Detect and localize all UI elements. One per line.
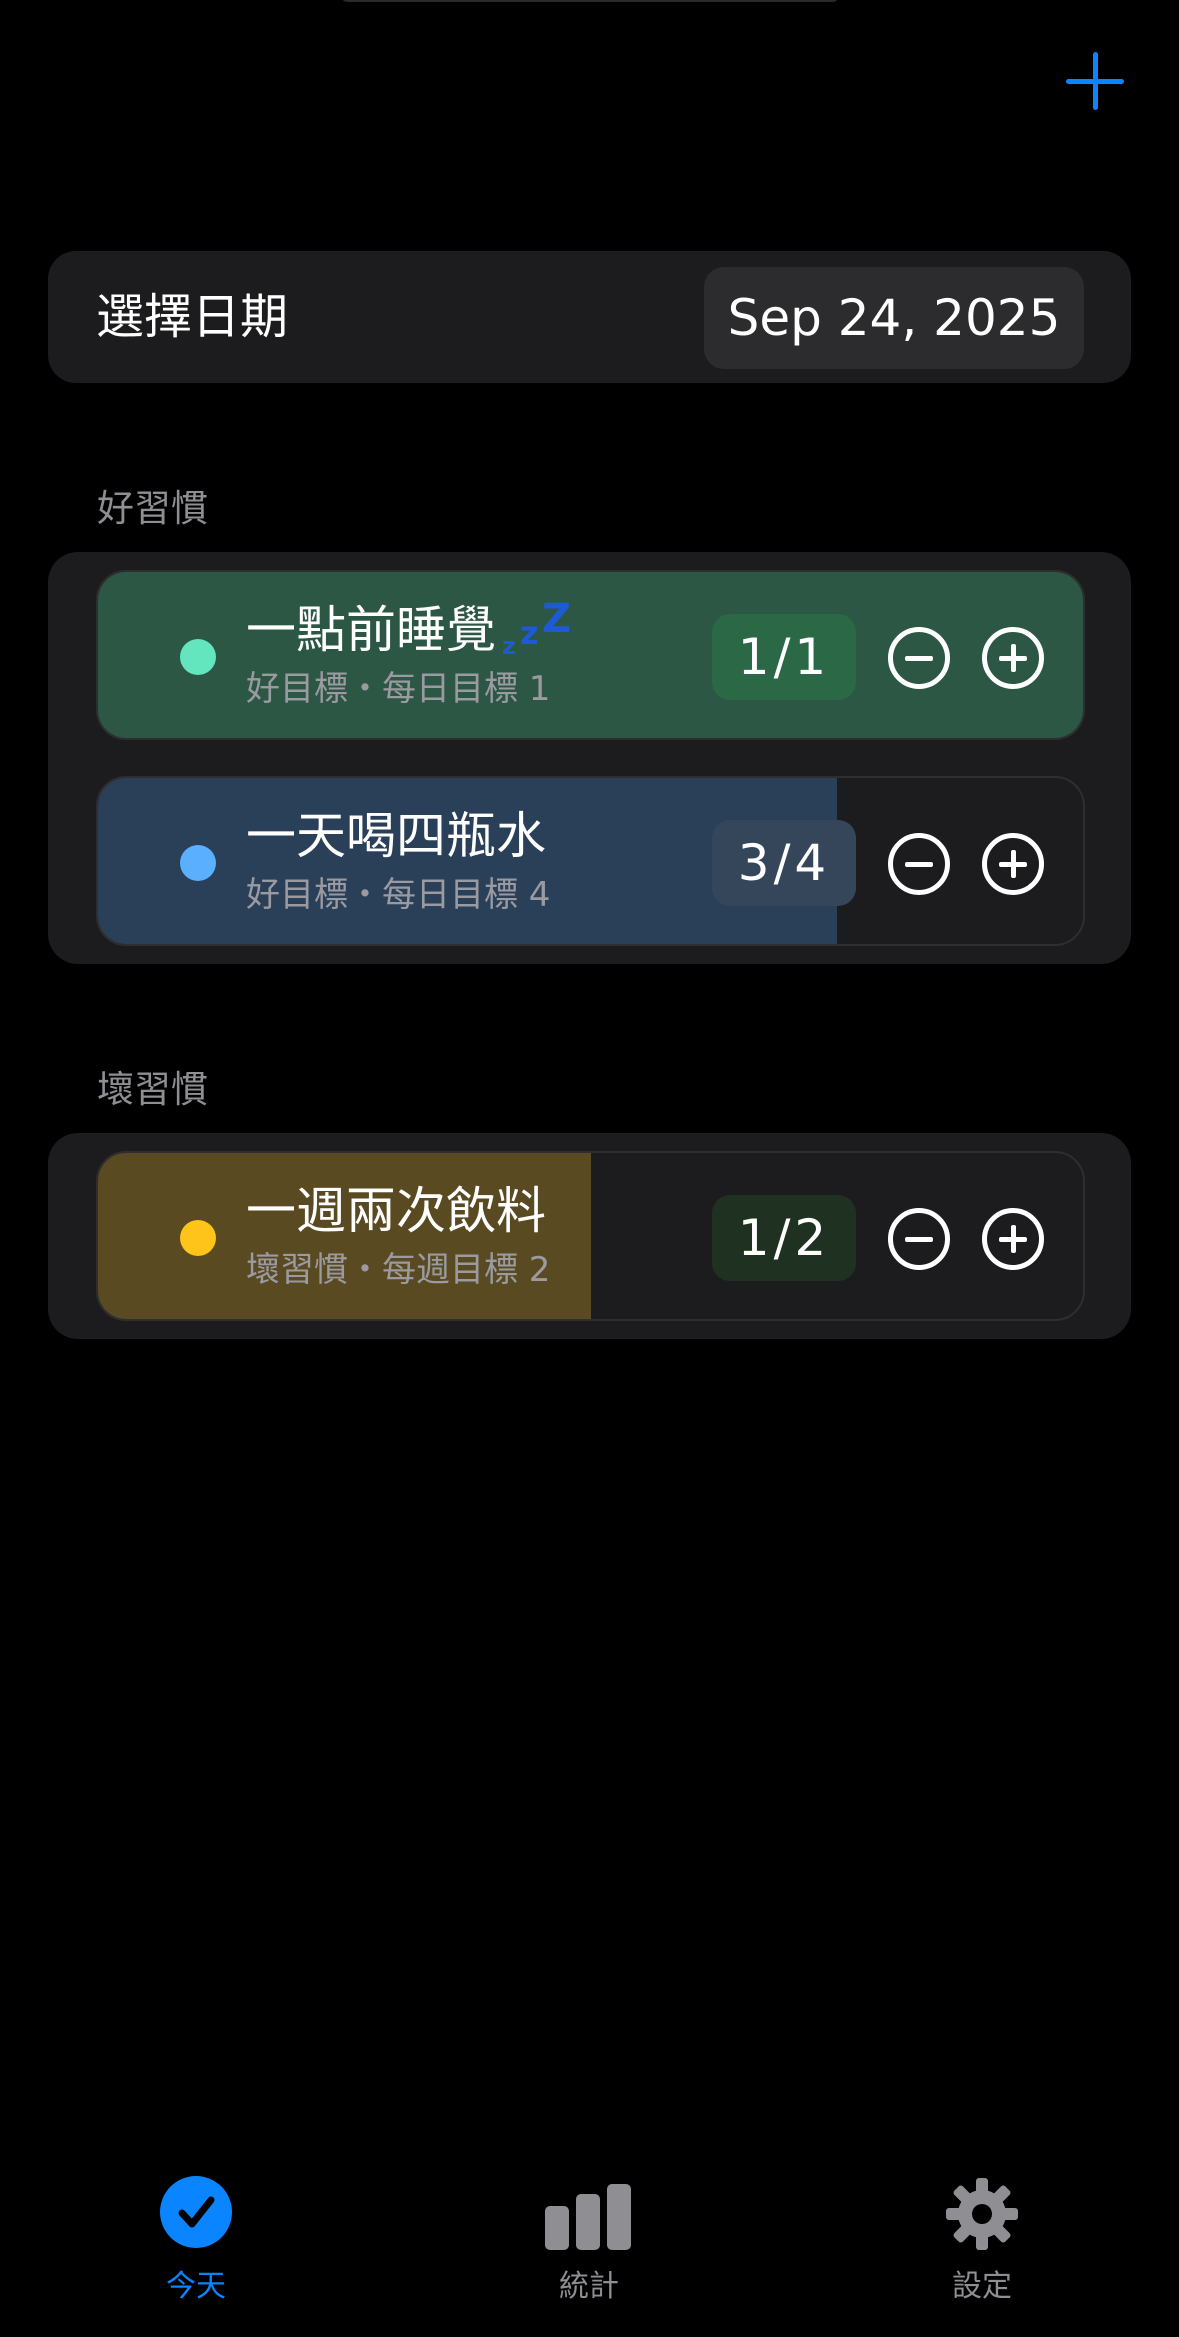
status-bar-edge bbox=[340, 0, 840, 2]
tab-today[interactable]: 今天 bbox=[96, 2176, 296, 2306]
habit-row[interactable]: 一天喝四瓶水 好目標・每日目標 4 3/4 bbox=[96, 776, 1085, 946]
checkmark-circle-icon bbox=[160, 2176, 232, 2248]
habit-count: 3/4 bbox=[712, 820, 856, 906]
habit-name: 一點前睡覺 bbox=[246, 601, 496, 659]
tab-settings[interactable]: 設定 bbox=[882, 2176, 1082, 2306]
habit-count: 1/2 bbox=[712, 1195, 856, 1281]
date-picker-label: 選擇日期 bbox=[96, 289, 289, 345]
habit-color-dot bbox=[180, 845, 216, 881]
habit-row[interactable]: 一週兩次飲料 壞習慣・每週目標 2 1/2 bbox=[96, 1151, 1085, 1321]
increment-button[interactable] bbox=[982, 627, 1044, 689]
habit-row[interactable]: 一點前睡覺 zzZ 好目標・每日目標 1 1/1 bbox=[96, 570, 1085, 740]
habit-color-dot bbox=[180, 639, 216, 675]
habit-count: 1/1 bbox=[712, 614, 856, 700]
section-title-good-habits: 好習慣 bbox=[97, 487, 208, 530]
habit-name: 一週兩次飲料 bbox=[246, 1182, 546, 1240]
decrement-button[interactable] bbox=[888, 833, 950, 895]
tab-label: 設定 bbox=[952, 2269, 1012, 2304]
habit-name: 一天喝四瓶水 bbox=[246, 807, 546, 865]
increment-button[interactable] bbox=[982, 833, 1044, 895]
decrement-button[interactable] bbox=[888, 627, 950, 689]
habit-subtitle: 壞習慣・每週目標 2 bbox=[246, 1250, 551, 1290]
good-habits-group: 一點前睡覺 zzZ 好目標・每日目標 1 1/1 一天喝四瓶水 好目標・每日目標… bbox=[48, 552, 1131, 964]
gear-icon bbox=[944, 2176, 1020, 2252]
habit-subtitle: 好目標・每日目標 1 bbox=[246, 669, 551, 709]
habit-color-dot bbox=[180, 1220, 216, 1256]
increment-button[interactable] bbox=[982, 1208, 1044, 1270]
tab-statistics[interactable]: 統計 bbox=[489, 2176, 689, 2306]
add-habit-button[interactable] bbox=[1066, 52, 1124, 110]
date-picker-card: 選擇日期 Sep 24, 2025 bbox=[48, 251, 1131, 383]
habit-subtitle: 好目標・每日目標 4 bbox=[246, 875, 551, 915]
zzz-icon: zzZ bbox=[502, 596, 572, 660]
bar-chart-icon bbox=[545, 2184, 633, 2250]
bad-habits-group: 一週兩次飲料 壞習慣・每週目標 2 1/2 bbox=[48, 1133, 1131, 1339]
section-title-bad-habits: 壞習慣 bbox=[97, 1068, 208, 1111]
decrement-button[interactable] bbox=[888, 1208, 950, 1270]
tab-label: 統計 bbox=[559, 2269, 619, 2304]
tab-label: 今天 bbox=[166, 2269, 226, 2304]
date-picker-button[interactable]: Sep 24, 2025 bbox=[704, 267, 1084, 369]
